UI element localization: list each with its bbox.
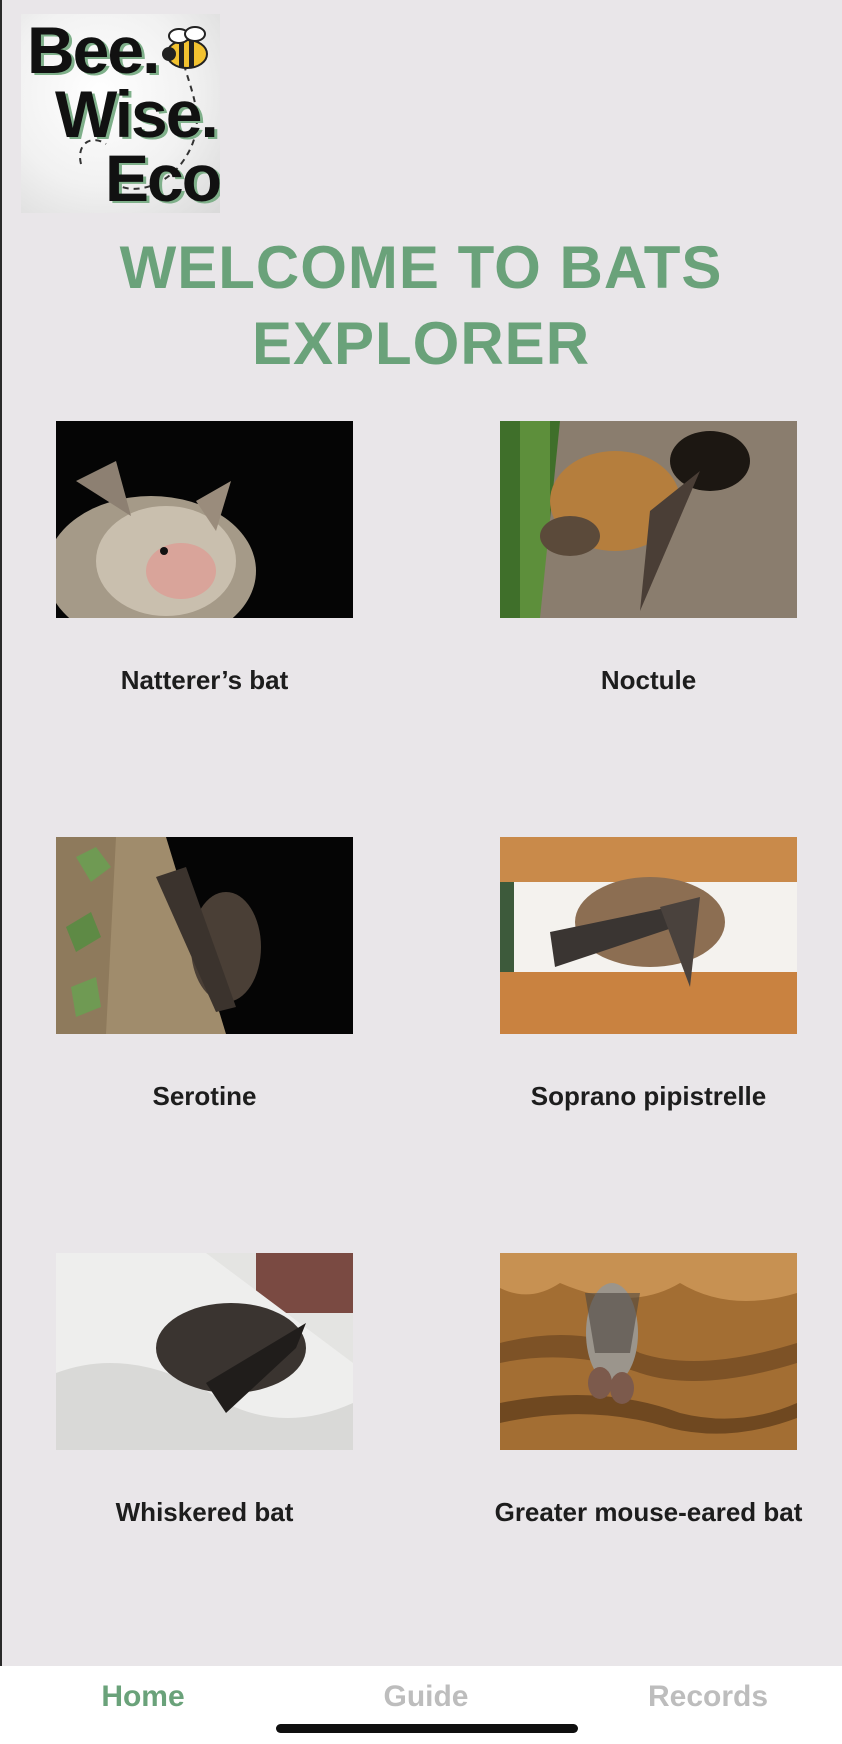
serotine-photo[interactable]	[56, 837, 353, 1034]
noctule-photo[interactable]	[500, 421, 797, 618]
tab-guide[interactable]: Guide	[326, 1680, 526, 1714]
bee-wise-eco-logo: Bee. Wise. Eco.	[21, 14, 220, 213]
bat-card-noctule[interactable]: Noctule	[500, 421, 800, 695]
logo-word-eco: Eco.	[105, 141, 220, 213]
tab-home[interactable]: Home	[43, 1680, 243, 1714]
home-indicator[interactable]	[276, 1724, 578, 1733]
bat-name-noctule: Noctule	[600, 665, 697, 695]
bat-name-whiskered: Whiskered bat	[115, 1497, 294, 1527]
bat-card-soprano-pipistrelle[interactable]: Soprano pipistrelle	[500, 837, 800, 1111]
bat-name-soprano-pipistrelle: Soprano pipistrelle	[530, 1081, 767, 1111]
page-title: WELCOME TO BATS EXPLORER	[30, 230, 812, 382]
bat-name-greater-mouse-eared: Greater mouse-eared bat	[494, 1497, 803, 1527]
bat-card-whiskered[interactable]: Whiskered bat	[56, 1253, 356, 1527]
bat-card-natterers[interactable]: Natterer’s bat	[56, 421, 356, 695]
page-title-line-1: WELCOME TO BATS	[119, 234, 723, 301]
bat-card-greater-mouse-eared[interactable]: Greater mouse-eared bat	[495, 1253, 802, 1527]
soprano-pipistrelle-photo[interactable]	[500, 837, 797, 1034]
tab-records[interactable]: Records	[608, 1680, 808, 1714]
bat-name-serotine: Serotine	[152, 1081, 257, 1111]
natterers-bat-photo[interactable]	[56, 421, 353, 618]
screen-edge	[0, 0, 2, 1744]
bat-card-serotine[interactable]: Serotine	[56, 837, 356, 1111]
page-title-line-2: EXPLORER	[251, 310, 591, 377]
greater-mouse-eared-bat-photo[interactable]	[500, 1253, 797, 1450]
whiskered-bat-photo[interactable]	[56, 1253, 353, 1450]
bat-name-natterers: Natterer’s bat	[120, 665, 289, 695]
